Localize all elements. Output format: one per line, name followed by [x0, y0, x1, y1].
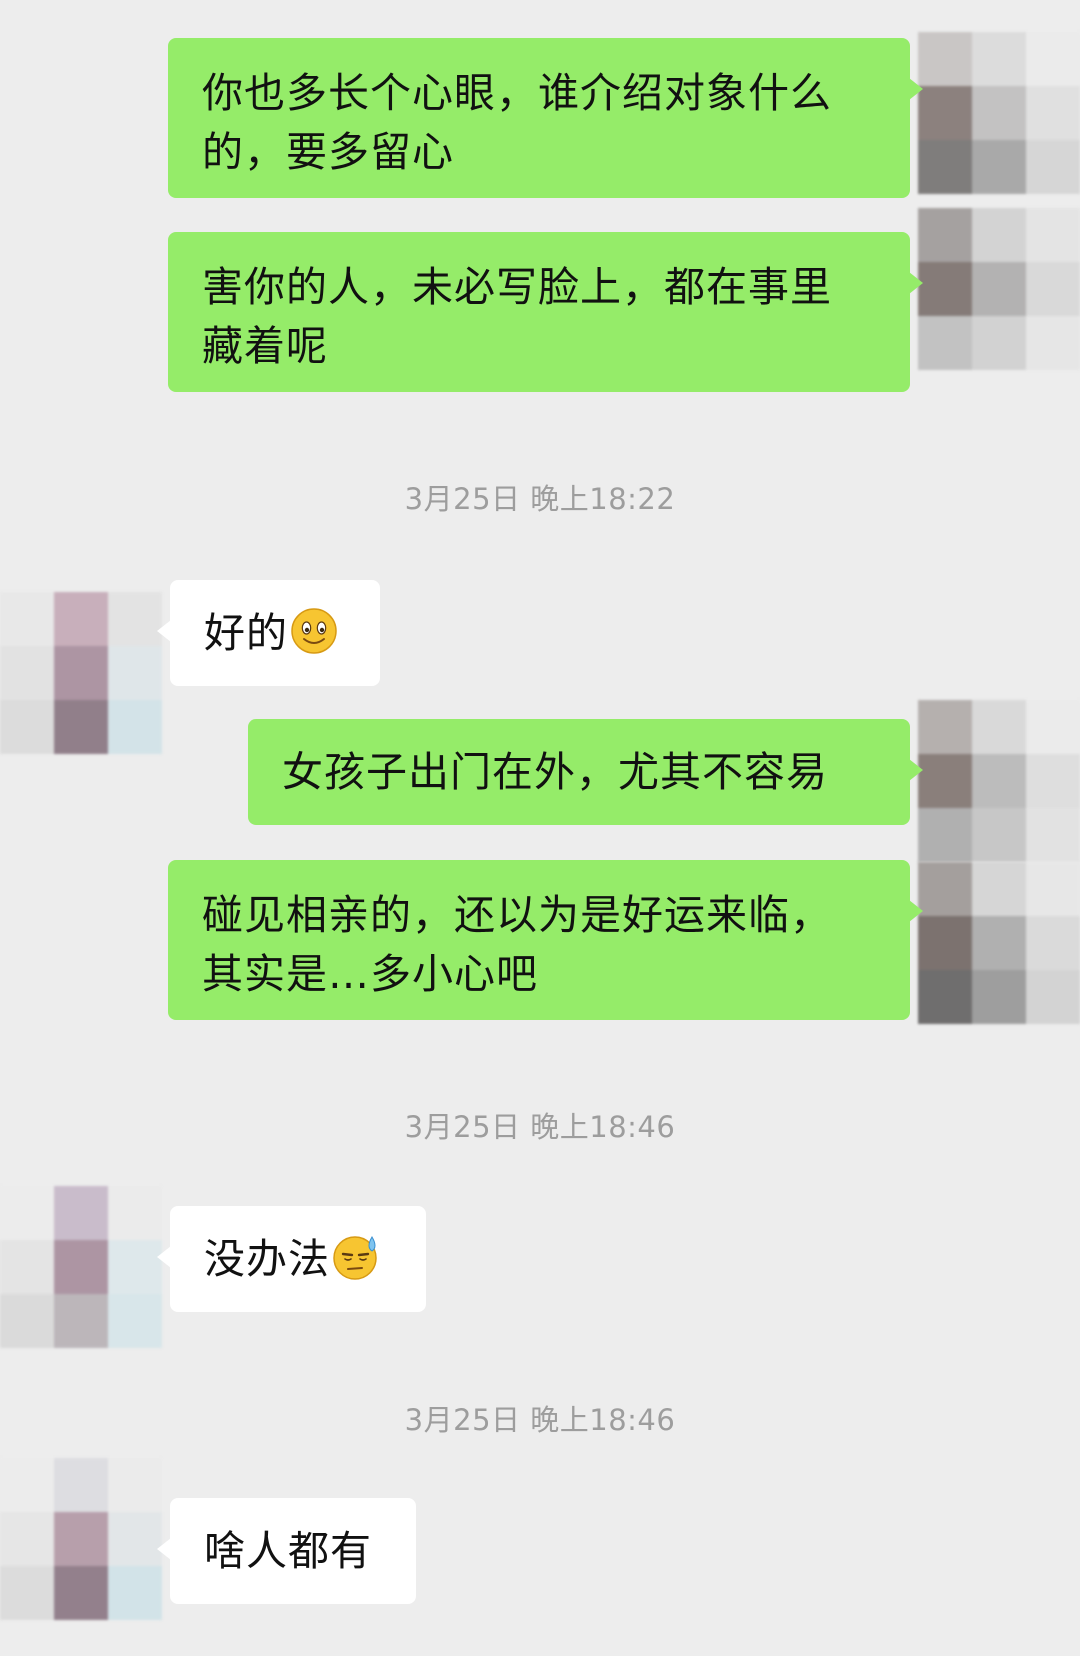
self-avatar[interactable]: [918, 862, 1080, 1024]
message-text: 害你的人，未必写脸上，都在事里 藏着呢: [202, 263, 832, 370]
chat-area[interactable]: 你也多长个心眼，谁介绍对象什么 的，要多留心 害你的人，未必写脸上，都在事里 藏…: [0, 0, 1080, 1656]
message-text: 啥人都有: [204, 1527, 372, 1575]
message-text: 没办法: [204, 1230, 426, 1289]
message-text: 好的: [204, 604, 380, 663]
sweat-emoji-icon: [333, 1236, 377, 1280]
contact-avatar[interactable]: [0, 1458, 162, 1620]
sent-message-bubble[interactable]: 碰见相亲的，还以为是好运来临， 其实是…多小心吧: [168, 860, 923, 1020]
message-timestamp: 3月25日 晚上18:22: [404, 482, 676, 516]
message-text: 女孩子出门在外，尤其不容易: [282, 748, 828, 796]
contact-avatar[interactable]: [0, 1186, 162, 1348]
message-timestamp: 3月25日 晚上18:46: [404, 1403, 676, 1437]
received-message-bubble[interactable]: 啥人都有: [157, 1498, 416, 1604]
self-avatar[interactable]: [918, 208, 1080, 370]
message-text: 你也多长个心眼，谁介绍对象什么 的，要多留心: [202, 69, 832, 176]
sent-message-bubble[interactable]: 女孩子出门在外，尤其不容易: [248, 719, 923, 825]
self-avatar[interactable]: [918, 32, 1080, 194]
smile-emoji-icon: [291, 608, 337, 654]
contact-avatar[interactable]: [0, 592, 162, 754]
received-message-bubble[interactable]: 没办法: [157, 1206, 426, 1312]
sent-message-bubble[interactable]: 害你的人，未必写脸上，都在事里 藏着呢: [168, 232, 923, 392]
self-avatar[interactable]: [918, 700, 1080, 862]
received-message-bubble[interactable]: 好的: [157, 580, 380, 686]
message-timestamp: 3月25日 晚上18:46: [404, 1110, 676, 1144]
sent-message-bubble[interactable]: 你也多长个心眼，谁介绍对象什么 的，要多留心: [168, 38, 923, 198]
message-text: 碰见相亲的，还以为是好运来临， 其实是…多小心吧: [202, 891, 832, 998]
